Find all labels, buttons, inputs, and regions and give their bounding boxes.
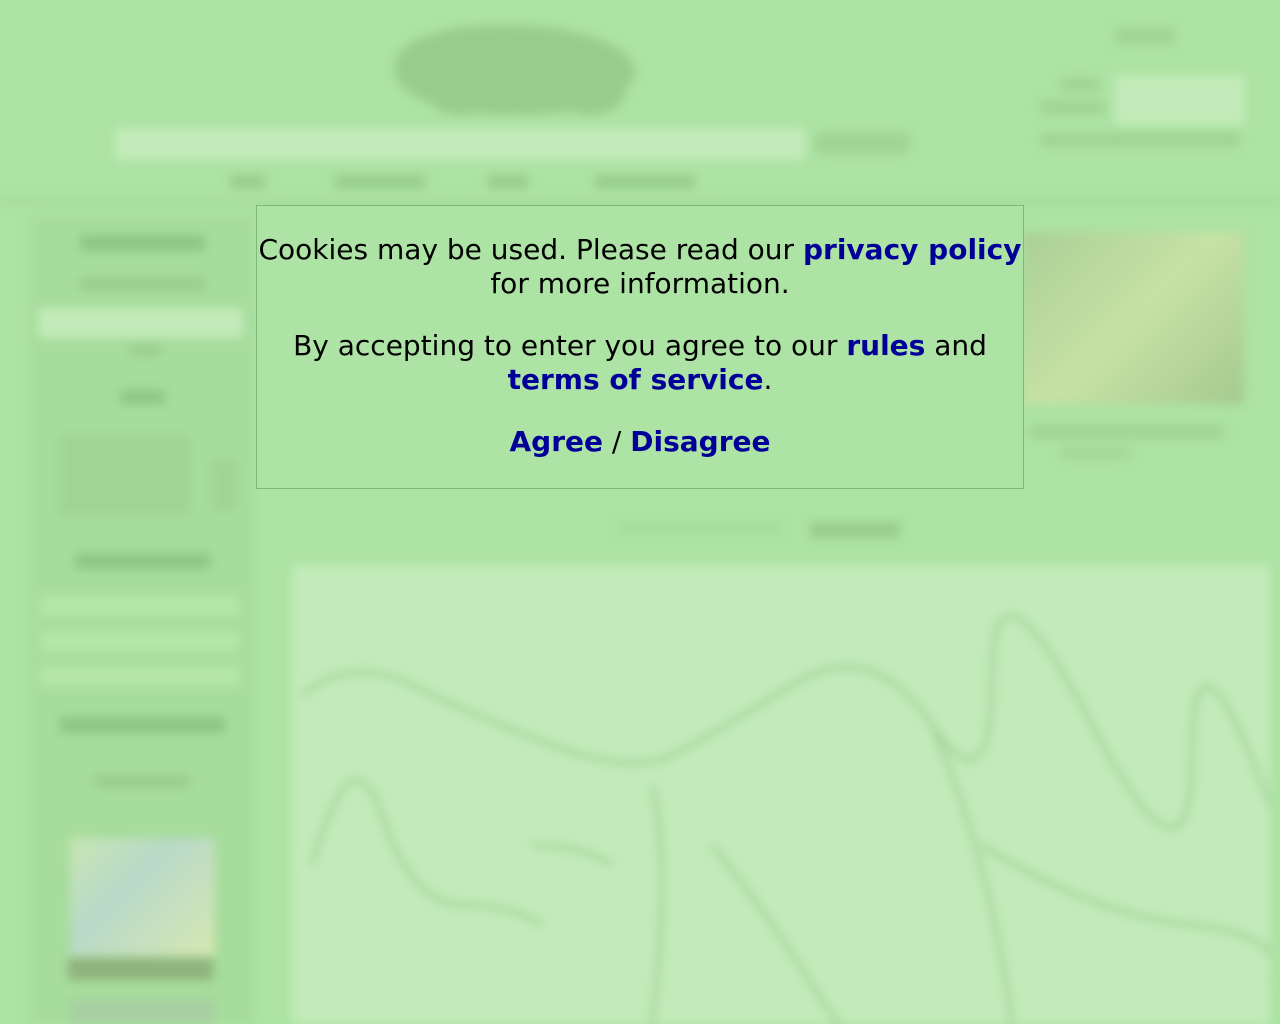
header-divider xyxy=(0,200,1280,204)
consent-actions: Agree / Disagree xyxy=(257,425,1023,459)
main-artwork xyxy=(292,565,1276,1024)
search-button xyxy=(815,132,910,154)
sidebar-subheading xyxy=(95,775,190,787)
cookie-notice-suffix: for more information. xyxy=(490,267,790,300)
rules-link[interactable]: rules xyxy=(846,329,925,362)
and-text: and xyxy=(934,329,987,362)
cookie-notice-prefix: Cookies may be used. Please read our xyxy=(258,233,795,266)
artwork-sketch xyxy=(300,613,1276,1024)
privacy-policy-link[interactable]: privacy policy xyxy=(803,233,1022,266)
login-label xyxy=(1040,100,1105,114)
nav-item xyxy=(488,175,528,189)
sidebar-heading xyxy=(120,390,165,404)
sidebar-list-counts xyxy=(212,460,237,510)
sidebar-row xyxy=(40,630,240,652)
main-title xyxy=(810,522,900,538)
terms-notice-text: By accepting to enter you agree to our r… xyxy=(257,329,1023,397)
sidebar-row xyxy=(40,665,240,687)
login-box xyxy=(1115,75,1245,125)
cookie-consent-dialog: Cookies may be used. Please read our pri… xyxy=(256,205,1024,489)
search-input xyxy=(115,128,805,160)
login-label xyxy=(1060,78,1100,92)
sidebar-heading xyxy=(75,553,210,569)
nav-item xyxy=(335,175,425,189)
action-separator: / xyxy=(611,425,622,458)
main-subtitle xyxy=(620,522,780,534)
featured-caption xyxy=(1030,425,1225,439)
featured-image xyxy=(1022,232,1244,404)
terms-of-service-link[interactable]: terms of service xyxy=(508,363,764,396)
sidebar-row xyxy=(40,595,240,617)
blurred-background-page xyxy=(0,0,1280,1024)
featured-caption xyxy=(1060,448,1130,458)
site-logo-part xyxy=(430,80,490,115)
sidebar-heading xyxy=(80,235,205,251)
sidebar-list xyxy=(60,435,190,515)
disagree-button[interactable]: Disagree xyxy=(630,425,770,458)
nav-item xyxy=(595,175,695,189)
sidebar-small-text xyxy=(130,345,160,355)
sidebar-thumbnail-bar xyxy=(68,958,213,980)
sidebar-input xyxy=(38,308,243,338)
sidebar-subheading xyxy=(80,278,205,290)
top-right-link xyxy=(1115,28,1175,44)
sidebar-thumbnail xyxy=(70,838,215,956)
terms-notice-prefix: By accepting to enter you agree to our xyxy=(293,329,838,362)
sidebar-thumbnail xyxy=(70,1000,215,1024)
page: Cookies may be used. Please read our pri… xyxy=(0,0,1280,1024)
cookie-notice-text: Cookies may be used. Please read our pri… xyxy=(257,233,1023,301)
login-links xyxy=(1040,133,1240,147)
sidebar-heading xyxy=(60,717,225,733)
site-logo-part xyxy=(555,70,625,115)
agree-button[interactable]: Agree xyxy=(510,425,604,458)
period-text: . xyxy=(763,363,773,396)
nav-item xyxy=(230,175,265,189)
